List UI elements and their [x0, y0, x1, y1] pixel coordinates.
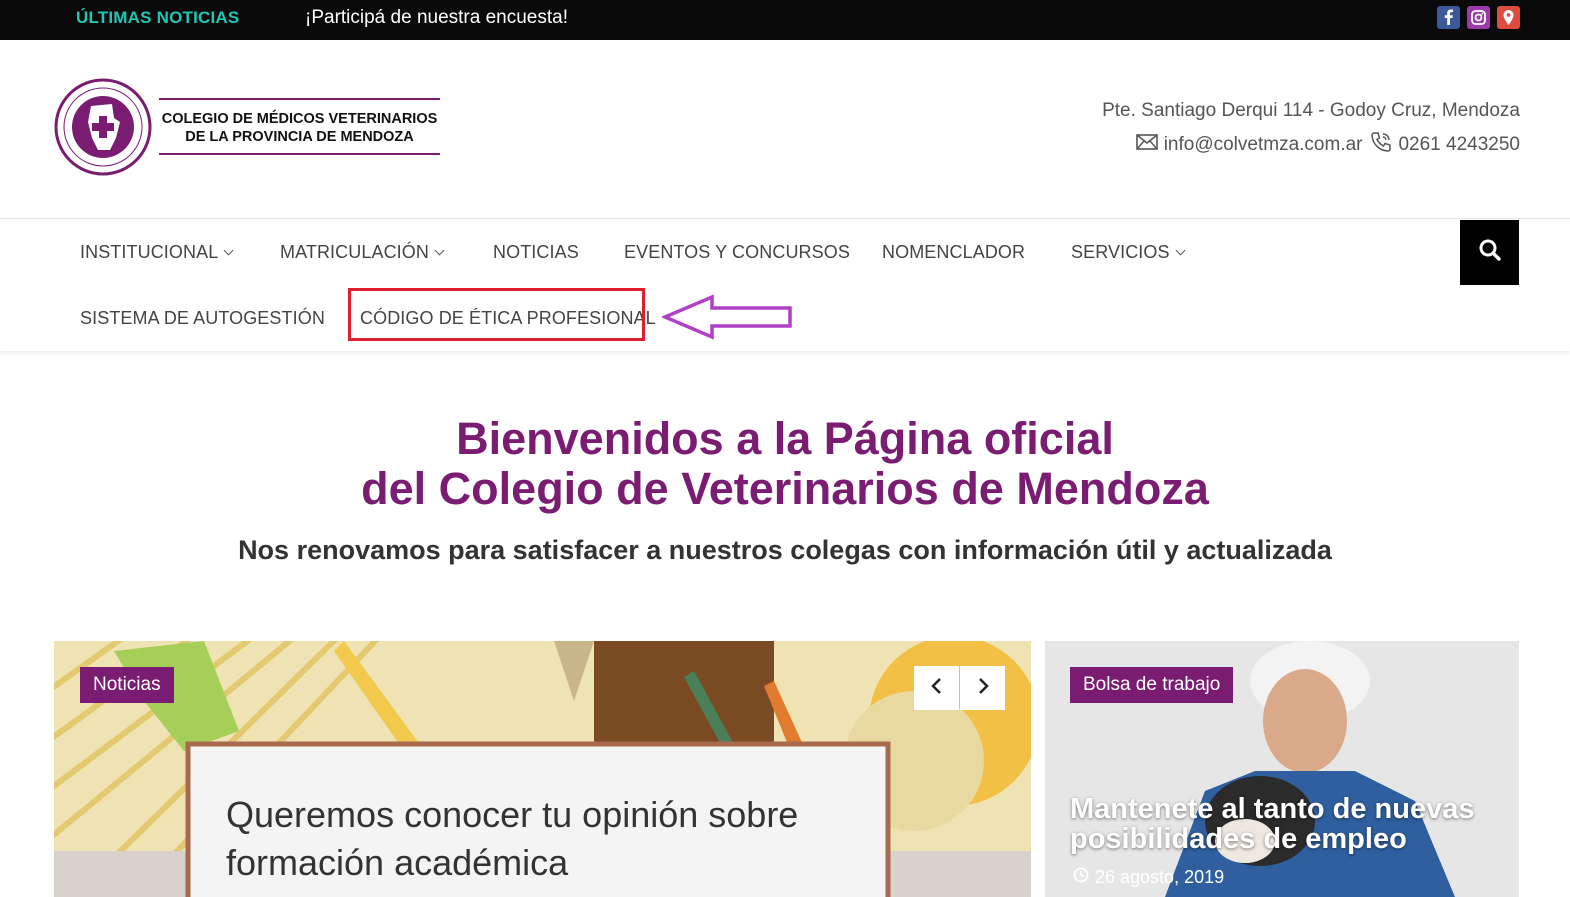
map-pin-icon[interactable] — [1497, 6, 1520, 29]
nav-item-nomenclador[interactable]: NOMENCLADOR — [882, 242, 1025, 263]
nav-item-noticias[interactable]: NOTICIAS — [493, 242, 579, 263]
nav-item-institucional[interactable]: INSTITUCIONAL — [80, 242, 234, 263]
highlight-box — [348, 288, 645, 341]
search-icon — [1478, 238, 1502, 267]
contact-info: info@colvetmza.com.ar 0261 4243250 — [1135, 131, 1520, 159]
phone-number[interactable]: 0261 4243250 — [1398, 134, 1520, 156]
date-text: 26 agosto, 2019 — [1095, 867, 1225, 887]
nav-item-servicios[interactable]: SERVICIOS — [1071, 242, 1186, 263]
left-arrow-annotation-icon — [660, 293, 794, 346]
college-logo-text[interactable]: COLEGIO DE MÉDICOS VETERINARIOS DE LA PR… — [159, 98, 440, 155]
search-button[interactable] — [1460, 220, 1519, 285]
ticker-label: ÚLTIMAS NOTICIAS — [76, 8, 240, 27]
slider-headline[interactable]: Queremos conocer tu opinión sobre formac… — [226, 791, 866, 887]
job-card-category-tag[interactable]: Bolsa de trabajo — [1070, 667, 1234, 703]
top-news-bar: ÚLTIMAS NOTICIAS ¡Participá de nuestra e… — [0, 0, 1570, 40]
welcome-title: Bienvenidos a la Página oficial del Cole… — [0, 414, 1570, 514]
instagram-icon[interactable] — [1467, 6, 1490, 29]
job-card-title[interactable]: Mantenete al tanto de nuevas posibilidad… — [1070, 794, 1510, 854]
chevron-down-icon — [1175, 245, 1186, 256]
welcome-title-line-1: Bienvenidos a la Página oficial — [456, 413, 1114, 464]
nav-item-sistema-de-autogestion[interactable]: SISTEMA DE AUTOGESTIÓN — [80, 308, 325, 329]
slider-next-button[interactable] — [960, 666, 1005, 710]
chevron-down-icon — [434, 245, 445, 256]
slider-category-tag[interactable]: Noticias — [80, 667, 174, 703]
chevron-right-icon — [976, 677, 990, 700]
phone-icon — [1370, 131, 1394, 159]
nav-label: MATRICULACIÓN — [280, 242, 429, 262]
nav-label: INSTITUCIONAL — [80, 242, 219, 262]
address-text: Pte. Santiago Derqui 114 - Godoy Cruz, M… — [1102, 100, 1520, 121]
logo-line-2: DE LA PROVINCIA DE MENDOZA — [185, 129, 414, 145]
email-link[interactable]: info@colvetmza.com.ar — [1164, 134, 1363, 156]
nav-item-eventos-y-concursos[interactable]: EVENTOS Y CONCURSOS — [624, 242, 850, 263]
ticker-headline[interactable]: ¡Participá de nuestra encuesta! — [305, 7, 568, 29]
envelope-icon — [1135, 134, 1160, 156]
chevron-down-icon — [223, 245, 234, 256]
facebook-icon[interactable] — [1437, 6, 1460, 29]
welcome-title-line-2: del Colegio de Veterinarios de Mendoza — [361, 463, 1209, 514]
slider-prev-button[interactable] — [914, 666, 959, 710]
welcome-subtitle: Nos renovamos para satisfacer a nuestros… — [238, 535, 1332, 565]
job-card-date: 26 agosto, 2019 — [1073, 867, 1224, 888]
logo-line-1: COLEGIO DE MÉDICOS VETERINARIOS — [161, 111, 438, 127]
chevron-left-icon — [930, 677, 944, 700]
job-board-card[interactable]: Bolsa de trabajo Mantenete al tanto de n… — [1045, 641, 1519, 897]
nav-label: SERVICIOS — [1071, 242, 1170, 262]
nav-item-matriculacion[interactable]: MATRICULACIÓN — [280, 242, 445, 263]
college-logo-emblem[interactable] — [54, 78, 152, 176]
news-slider[interactable]: Noticias Queremos conocer tu opinión sob… — [54, 641, 1031, 897]
clock-icon — [1073, 867, 1089, 888]
